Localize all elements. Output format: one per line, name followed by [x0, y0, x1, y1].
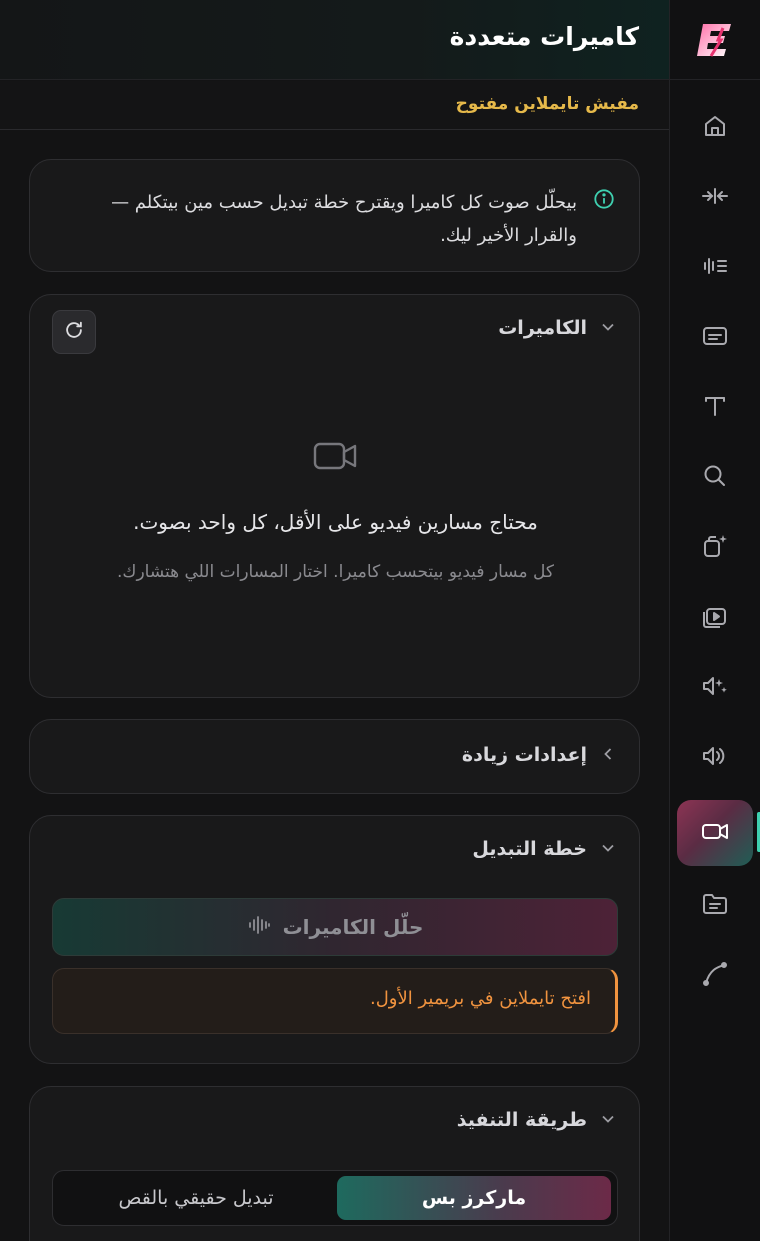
- cameras-section: الكاميرات محتاج مسارين فيديو على الأقل، …: [29, 294, 640, 698]
- rail-captions-button[interactable]: [678, 306, 752, 370]
- video-camera-icon: [312, 435, 360, 479]
- cameras-section-title: الكاميرات: [498, 317, 587, 339]
- app-logo: [670, 0, 760, 80]
- chevron-left-icon: [601, 746, 615, 765]
- panel-header: كاميرات متعددة: [0, 0, 669, 80]
- chevron-down-icon: [601, 840, 615, 859]
- rail-speaker-button[interactable]: [678, 726, 752, 790]
- ai-audio-icon: [700, 671, 730, 705]
- more-settings-section[interactable]: إعدادات زيادة: [29, 719, 640, 794]
- rail-curve-button[interactable]: [678, 944, 752, 1008]
- info-text: بيحلّل صوت كل كاميرا ويقترح خطة تبديل حس…: [111, 192, 577, 246]
- timeline-status-bar: مفيش تايملاين مفتوح: [0, 81, 669, 130]
- rail-text-button[interactable]: [678, 376, 752, 440]
- refresh-icon: [63, 319, 85, 345]
- warning-text: افتح تايملاين في بريمير الأول.: [370, 988, 591, 1009]
- captions-icon: [700, 321, 730, 355]
- empty-state-title: محتاج مسارين فيديو على الأقل، كل واحد بص…: [133, 510, 538, 534]
- page-title: كاميرات متعددة: [449, 22, 639, 51]
- compress-icon: [700, 181, 730, 215]
- switch-plan-title: خطة التبديل: [472, 838, 587, 860]
- multicam-icon: [700, 816, 730, 850]
- empty-state-subtitle: كل مسار فيديو بيتحسب كاميرا. اختار المسا…: [117, 562, 554, 582]
- rail-search-button[interactable]: [678, 446, 752, 510]
- speaker-icon: [700, 741, 730, 775]
- info-circle-icon: [593, 188, 615, 214]
- rail-home-button[interactable]: [678, 96, 752, 160]
- rail-ai-audio-button[interactable]: [678, 656, 752, 720]
- chevron-down-icon: [601, 1111, 615, 1130]
- waveform-icon: [700, 251, 730, 285]
- ai-crop-icon: [700, 531, 730, 565]
- switch-plan-section: خطة التبديل حلّل الكاميرات افتح تايملاين…: [29, 815, 640, 1064]
- analyze-cameras-label: حلّل الكاميرات: [282, 915, 424, 939]
- timeline-status-text: مفيش تايملاين مفتوح: [455, 94, 639, 114]
- rail-video-player-button[interactable]: [678, 586, 752, 650]
- execution-method-title: طريقة التنفيذ: [456, 1109, 587, 1131]
- warning-banner: افتح تايملاين في بريمير الأول.: [52, 968, 618, 1034]
- execution-method-header[interactable]: طريقة التنفيذ: [457, 1109, 615, 1131]
- more-settings-header[interactable]: إعدادات زيادة: [462, 744, 615, 766]
- analyze-cameras-button[interactable]: حلّل الكاميرات: [52, 898, 618, 956]
- more-settings-title: إعدادات زيادة: [461, 744, 587, 766]
- tool-rail: [669, 0, 760, 1241]
- cameras-section-header[interactable]: الكاميرات: [498, 317, 615, 339]
- rail-compress-button[interactable]: [678, 166, 752, 230]
- home-icon: [700, 111, 730, 145]
- refresh-cameras-button[interactable]: [52, 310, 96, 354]
- rail-ai-crop-button[interactable]: [678, 516, 752, 580]
- info-card: بيحلّل صوت كل كاميرا ويقترح خطة تبديل حس…: [29, 159, 640, 272]
- rail-waveform-button[interactable]: [678, 236, 752, 300]
- execution-method-section: طريقة التنفيذ ماركرز بس تبديل حقيقي بالق…: [29, 1086, 640, 1241]
- folder-icon: [700, 889, 730, 923]
- search-icon: [700, 461, 730, 495]
- chevron-down-icon: [601, 319, 615, 338]
- switch-plan-header[interactable]: خطة التبديل: [472, 838, 615, 860]
- execution-method-toggle: ماركرز بس تبديل حقيقي بالقص: [52, 1170, 618, 1226]
- rail-multicam-button[interactable]: [677, 800, 753, 866]
- rail-folder-button[interactable]: [678, 874, 752, 938]
- video-player-icon: [700, 601, 730, 635]
- option-real-cut-switch[interactable]: تبديل حقيقي بالقص: [59, 1176, 333, 1220]
- main-panel: كاميرات متعددة مفيش تايملاين مفتوح بيحلّ…: [0, 0, 669, 1241]
- text-icon: [700, 391, 730, 425]
- waveform-icon: [247, 915, 271, 939]
- curve-icon: [700, 959, 730, 993]
- option-markers-only[interactable]: ماركرز بس: [337, 1176, 611, 1220]
